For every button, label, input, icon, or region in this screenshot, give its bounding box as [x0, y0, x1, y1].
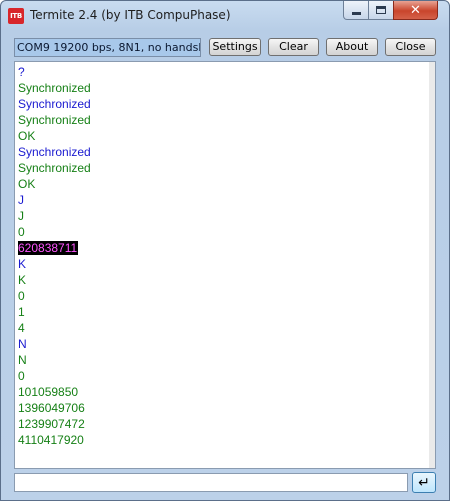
output-line: 0: [18, 368, 423, 384]
output-lines: ? Synchronized Synchronized Synchronized OK S…: [18, 64, 423, 448]
output-line-text: Synchronized: [18, 161, 91, 175]
maximize-icon: [376, 6, 386, 14]
minimize-icon: [351, 12, 361, 15]
output-line-text: Synchronized: [18, 81, 91, 95]
output-line: K: [18, 272, 423, 288]
output-line-text: N: [18, 353, 27, 367]
output-line: J: [18, 192, 423, 208]
maximize-button[interactable]: [368, 1, 394, 20]
output-line-text: 0: [18, 225, 25, 239]
output-line: 0: [18, 288, 423, 304]
output-line: 0: [18, 224, 423, 240]
output-line: 1: [18, 304, 423, 320]
output-line: K: [18, 256, 423, 272]
window-title: Termite 2.4 (by ITB CompuPhase): [30, 8, 231, 22]
send-input[interactable]: [14, 473, 408, 492]
output-line-text: 4: [18, 321, 25, 335]
output-line-text: 0: [18, 369, 25, 383]
output-line: 1396049706: [18, 400, 423, 416]
close-button[interactable]: Close: [385, 38, 436, 56]
output-line: N: [18, 352, 423, 368]
output-scrollbar[interactable]: [429, 62, 435, 468]
output-line-text: 4110417920: [18, 433, 84, 447]
close-icon: ✕: [410, 2, 421, 18]
app-icon: ITB: [8, 8, 24, 24]
output-line-text: 0: [18, 289, 25, 303]
output-line: 620838711: [18, 240, 423, 256]
output-line: OK: [18, 176, 423, 192]
output-line-text: 1396049706: [18, 401, 85, 415]
about-button[interactable]: About: [326, 38, 378, 56]
output-line-text: 1: [18, 305, 25, 319]
output-line: ?: [18, 64, 423, 80]
output-line-text: K: [18, 257, 27, 271]
output-line: Synchronized: [18, 144, 423, 160]
output-line: 4110417920: [18, 432, 423, 448]
output-line: Synchronized: [18, 112, 423, 128]
send-button[interactable]: ↵: [412, 472, 436, 493]
minimize-button[interactable]: [343, 1, 369, 20]
output-line-text: Synchronized: [18, 97, 91, 111]
output-line-text: ?: [18, 65, 25, 79]
output-line-text: 101059850: [18, 385, 79, 399]
input-row: ↵: [14, 472, 438, 494]
output-line-text: OK: [18, 129, 36, 143]
output-line-text: J: [18, 193, 24, 207]
output-line-text: 1239907472: [18, 417, 85, 431]
settings-button[interactable]: Settings: [209, 38, 261, 56]
output-line: 1239907472: [18, 416, 423, 432]
close-window-button[interactable]: ✕: [393, 1, 438, 20]
output-line-text: OK: [18, 177, 36, 191]
output-line: Synchronized: [18, 160, 423, 176]
output-line-text: 620838711: [18, 241, 79, 255]
output-line-text: Synchronized: [18, 145, 91, 159]
termite-window: ITB Termite 2.4 (by ITB CompuPhase) ✕ CO…: [0, 0, 450, 501]
output-line: N: [18, 336, 423, 352]
title-bar[interactable]: ITB Termite 2.4 (by ITB CompuPhase) ✕: [1, 1, 449, 31]
output-line-text: J: [18, 209, 24, 223]
terminal-output[interactable]: ? Synchronized Synchronized Synchronized OK S…: [14, 61, 436, 469]
output-line: Synchronized: [18, 80, 423, 96]
output-line-text: K: [18, 273, 27, 287]
output-line-text: Synchronized: [18, 113, 91, 127]
toolbar: COM9 19200 bps, 8N1, no handshake Settin…: [1, 31, 449, 61]
output-line: OK: [18, 128, 423, 144]
output-line-text: N: [18, 337, 27, 351]
output-line: Synchronized: [18, 96, 423, 112]
clear-button[interactable]: Clear: [268, 38, 319, 56]
enter-icon: ↵: [418, 474, 430, 491]
output-line: 101059850: [18, 384, 423, 400]
output-line: 4: [18, 320, 423, 336]
output-line: J: [18, 208, 423, 224]
port-status-field[interactable]: COM9 19200 bps, 8N1, no handshake: [14, 38, 201, 57]
